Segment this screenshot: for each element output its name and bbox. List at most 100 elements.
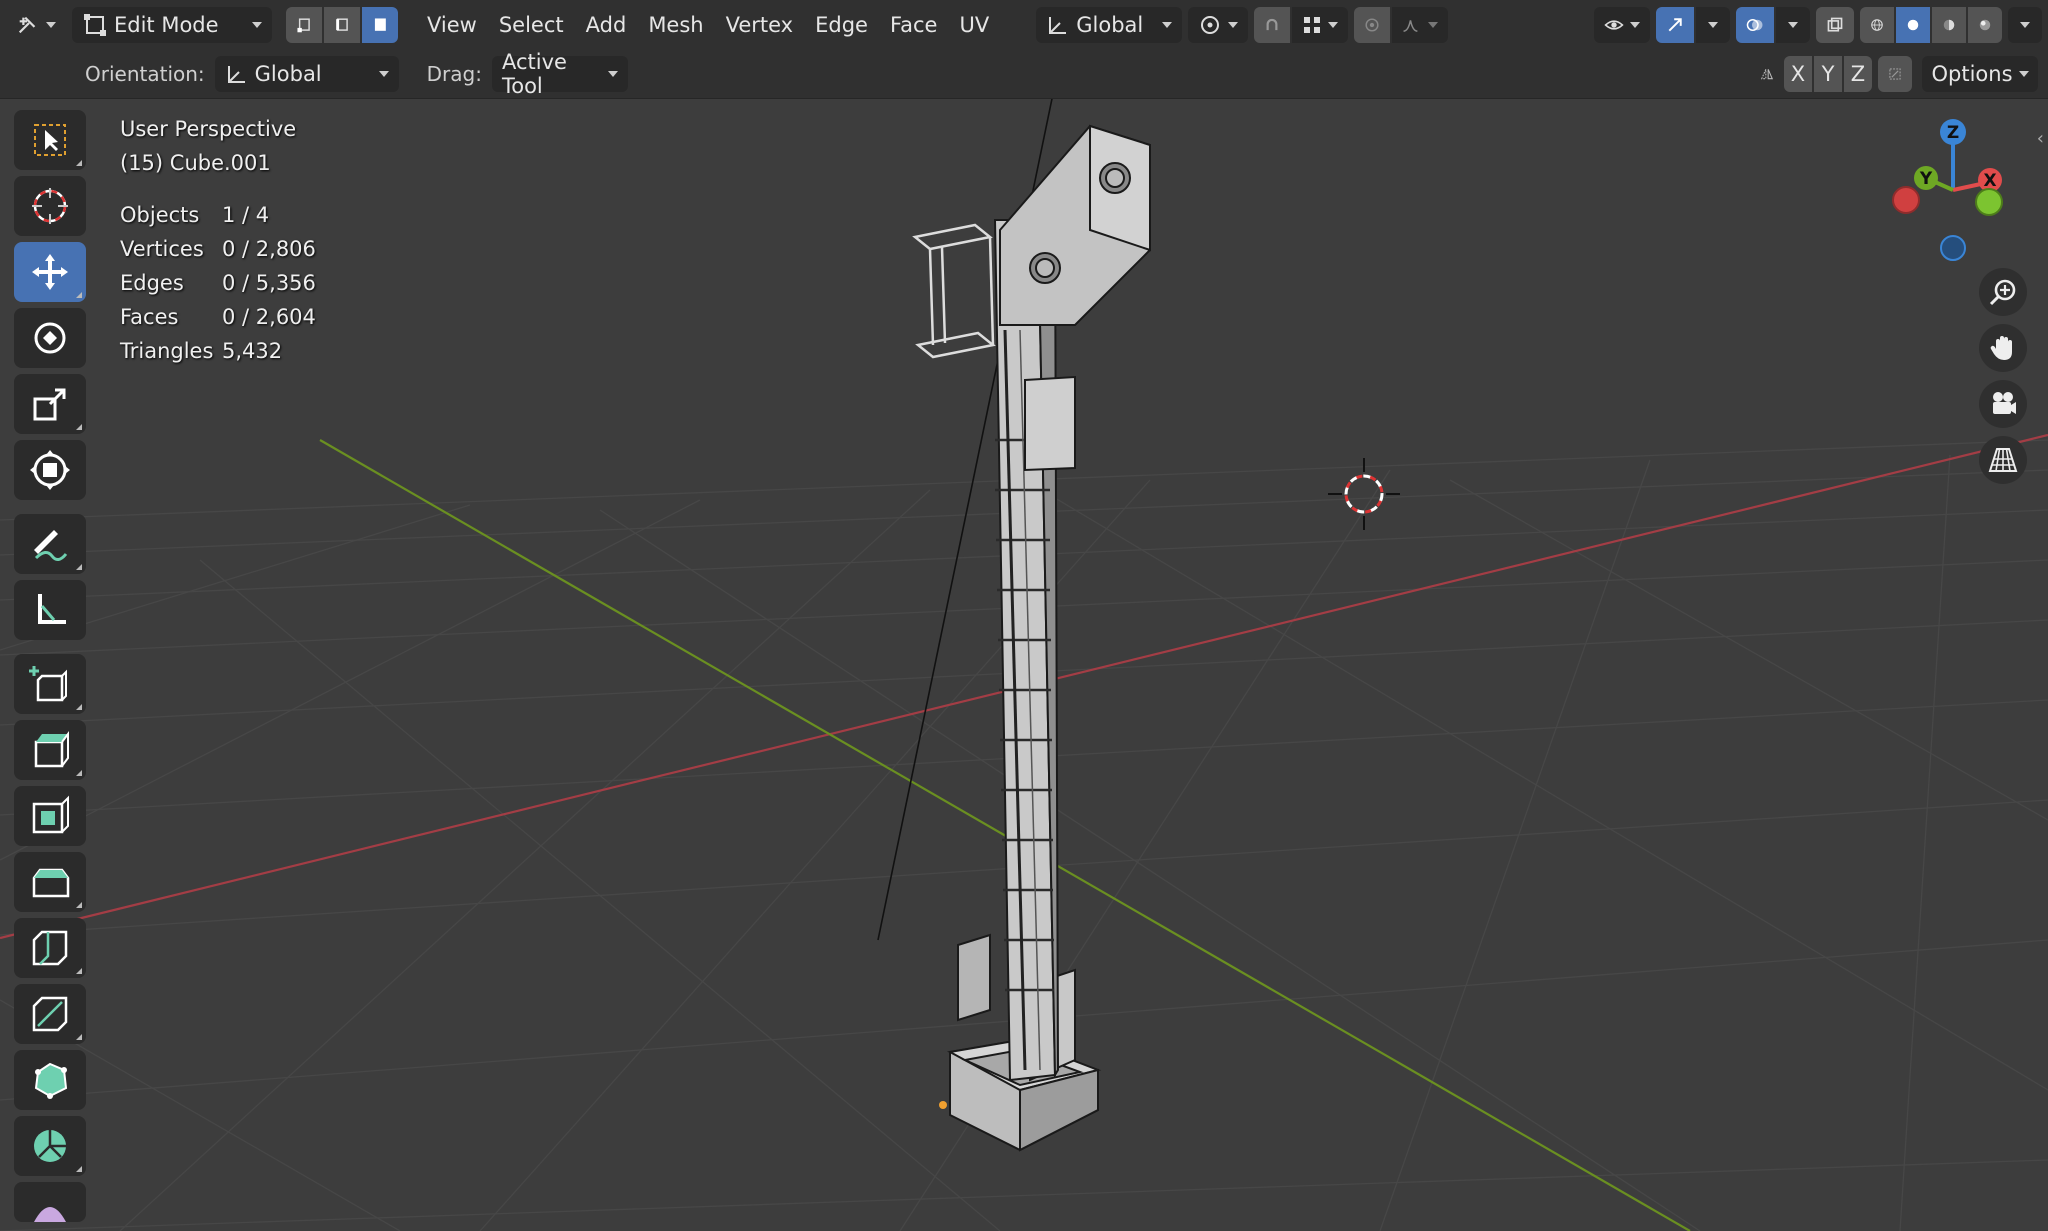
menu-bar: View Select Add Mesh Vertex Edge Face UV (416, 7, 1000, 43)
pan-button[interactable] (1979, 324, 2027, 372)
snap-group (1254, 6, 1349, 43)
menu-view[interactable]: View (416, 7, 488, 43)
knife-tool[interactable] (14, 984, 86, 1044)
select-mode-group (286, 6, 398, 43)
material-sphere-icon (1943, 19, 1955, 30)
gizmo-neg-y-axis[interactable] (1975, 188, 2003, 216)
annotate-tool[interactable] (14, 514, 86, 574)
menu-select[interactable]: Select (488, 7, 575, 43)
extrude-icon (34, 731, 69, 768)
vertex-select-icon (297, 17, 310, 32)
bevel-tool[interactable] (14, 852, 86, 912)
scale-tool[interactable] (14, 374, 86, 434)
grid-perspective-icon (1988, 448, 2018, 472)
knife-icon (32, 996, 68, 1032)
sidebar-toggle-arrow[interactable]: ‹ (2037, 128, 2044, 149)
menu-uv[interactable]: UV (948, 7, 1000, 43)
active-object-name: (15) Cube.001 (120, 151, 271, 175)
xray-toggle[interactable] (1816, 6, 1854, 43)
transform-orientation-select[interactable]: Global (1036, 6, 1183, 43)
bevel-icon (32, 868, 70, 898)
stat-value: 1 / 4 (222, 203, 270, 227)
stat-label: Vertices (120, 237, 204, 261)
smooth-tool[interactable] (14, 1182, 86, 1222)
shading-wireframe-button[interactable] (1860, 6, 1894, 43)
orientation-axis-icon (227, 65, 245, 83)
menu-vertex[interactable]: Vertex (715, 7, 805, 43)
loop-cut-tool[interactable] (14, 918, 86, 978)
drag-value: Active Tool (501, 49, 567, 98)
axis-y-toggle[interactable]: Y (1814, 55, 1842, 92)
drag-select[interactable]: Active Tool (491, 50, 628, 98)
overlay-group (1736, 6, 1810, 43)
stat-label: Objects (120, 203, 200, 227)
transform-orientation-label: Global (1076, 12, 1144, 37)
shading-options-select[interactable] (2008, 6, 2042, 43)
rotate-icon (34, 322, 66, 354)
gizmo-group (1656, 6, 1730, 43)
camera-view-button[interactable] (1979, 380, 2027, 428)
shading-material-button[interactable] (1932, 6, 1966, 43)
axis-x-toggle[interactable]: X (1784, 55, 1812, 92)
inset-tool[interactable] (14, 786, 86, 846)
poly-build-tool[interactable] (14, 1050, 86, 1110)
stat-value: 5,432 (222, 339, 283, 363)
proportional-edit-group (1354, 6, 1449, 43)
perspective-toggle-button[interactable] (1979, 436, 2027, 484)
gizmo-neg-x-axis[interactable] (1892, 186, 1920, 214)
shading-rendered-button[interactable] (1968, 6, 2002, 43)
xray-icon (1827, 17, 1843, 32)
menu-face[interactable]: Face (879, 7, 949, 43)
camera-icon (1993, 392, 2016, 414)
zoom-button[interactable] (1979, 268, 2027, 316)
face-select-button[interactable] (362, 6, 398, 43)
add-cube-tool[interactable] (14, 654, 86, 714)
orientation-select[interactable]: Global (214, 55, 399, 92)
viewport-info-overlay: User Perspective (15) Cube.001 Objects 1… (120, 112, 316, 368)
menu-edge[interactable]: Edge (804, 7, 879, 43)
move-tool[interactable] (14, 242, 86, 302)
drag-label: Drag: (426, 61, 482, 86)
signal-mast-model (912, 124, 1151, 1152)
object-visibility-select[interactable] (1594, 6, 1650, 43)
cursor-tool[interactable] (14, 176, 86, 236)
snap-target-select[interactable] (1292, 6, 1349, 43)
orientation-axis-icon (1049, 16, 1067, 34)
gizmo-neg-z-axis[interactable] (1940, 235, 1966, 261)
snap-toggle[interactable] (1254, 6, 1291, 43)
auto-merge-toggle[interactable] (1878, 55, 1912, 92)
mirror-toggle[interactable] (1750, 56, 1784, 92)
show-gizmo-toggle[interactable] (1656, 6, 1694, 43)
menu-add[interactable]: Add (575, 7, 638, 43)
menu-mesh[interactable]: Mesh (637, 7, 714, 43)
measure-tool[interactable] (14, 580, 86, 640)
smooth-icon (34, 1207, 66, 1222)
select-box-icon (34, 124, 66, 156)
stat-label: Triangles (120, 339, 214, 363)
tool-settings-bar: Orientation: Global Drag: Active Tool X … (0, 49, 2048, 99)
spin-tool[interactable] (14, 1116, 86, 1176)
transform-tool[interactable] (14, 440, 86, 500)
editor-type-button[interactable] (6, 7, 66, 43)
shading-solid-button[interactable] (1896, 6, 1930, 43)
pivot-point-icon (1201, 15, 1220, 34)
axis-z-toggle[interactable]: Z (1844, 55, 1872, 92)
options-select[interactable]: Options (1922, 55, 2038, 92)
gizmo-x-label: X (1983, 171, 1996, 191)
extrude-tool[interactable] (14, 720, 86, 780)
pivot-point-select[interactable] (1188, 6, 1249, 43)
edge-select-button[interactable] (324, 6, 360, 43)
vertex-select-button[interactable] (286, 6, 322, 43)
mode-select[interactable]: Edit Mode (72, 6, 272, 43)
rotate-tool[interactable] (14, 308, 86, 368)
gizmo-options-select[interactable] (1696, 6, 1730, 43)
show-overlays-toggle[interactable] (1736, 6, 1774, 43)
falloff-select[interactable] (1392, 6, 1449, 43)
proportional-edit-toggle[interactable] (1354, 6, 1391, 43)
snap-increment-icon (1304, 16, 1321, 33)
face-select-icon (374, 17, 386, 31)
stat-value: 0 / 5,356 (222, 271, 316, 295)
select-box-tool[interactable] (14, 110, 86, 170)
overlay-options-select[interactable] (1776, 6, 1810, 43)
navigation-gizmo[interactable]: Z X Y (1880, 110, 2020, 270)
